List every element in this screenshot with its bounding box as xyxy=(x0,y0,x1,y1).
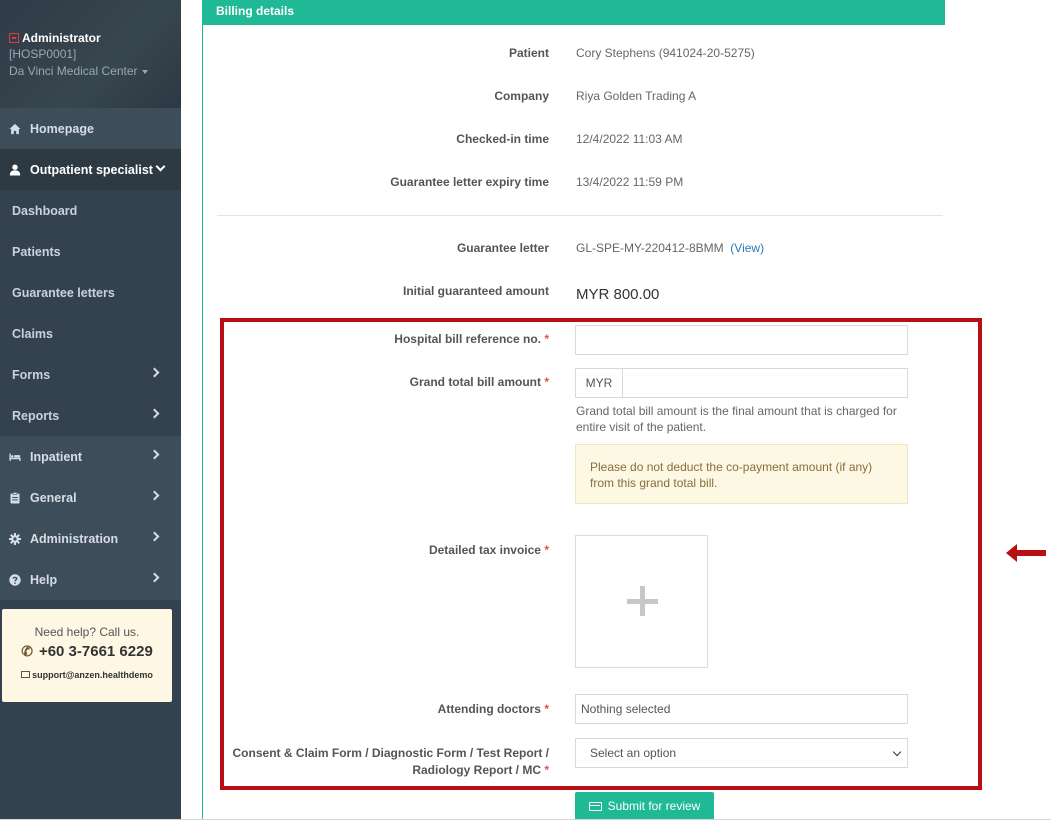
gl-expiry-label: Guarantee letter expiry time xyxy=(390,175,549,189)
sidebar-item-label: Outpatient specialist xyxy=(30,162,153,177)
checkin-value: 12/4/2022 11:03 AM xyxy=(576,132,683,146)
sidebar-item-reports[interactable]: Reports xyxy=(0,395,181,436)
gl-view-link[interactable]: (View) xyxy=(730,241,764,255)
divider xyxy=(217,215,943,216)
initial-amount-label: Initial guaranteed amount xyxy=(402,284,549,298)
patient-label: Patient xyxy=(508,46,549,60)
submit-label: Submit for review xyxy=(607,799,701,813)
gl-number: GL-SPE-MY-220412-8BMM xyxy=(576,241,724,255)
user-code: [HOSP0001] xyxy=(9,47,77,61)
sidebar-item-label: Dashboard xyxy=(12,203,78,218)
sidebar-item-label: Patients xyxy=(12,244,61,259)
sidebar-item-claims[interactable]: Claims xyxy=(0,313,181,354)
sidebar-item-dashboard[interactable]: Dashboard xyxy=(0,190,181,231)
envelope-icon xyxy=(21,671,31,678)
sidebar-item-homepage[interactable]: Homepage xyxy=(0,108,181,149)
question-icon xyxy=(9,573,21,586)
sidebar-item-label: Guarantee letters xyxy=(12,285,115,300)
user-name-label: Administrator xyxy=(22,31,101,45)
center-label: Da Vinci Medical Center xyxy=(9,64,138,78)
sidebar-item-label: Administration xyxy=(30,531,119,546)
sidebar-item-general[interactable]: General xyxy=(0,477,181,518)
sidebar-item-label: Claims xyxy=(12,326,53,341)
sidebar-item-guarantee-letters[interactable]: Guarantee letters xyxy=(0,272,181,313)
arrow-left-icon xyxy=(1006,544,1046,562)
chevron-right-icon xyxy=(149,531,160,542)
chevron-right-icon xyxy=(149,490,160,501)
credit-card-icon xyxy=(588,801,602,811)
sidebar-item-label: General xyxy=(30,490,77,505)
center-selector[interactable]: Da Vinci Medical Center xyxy=(9,64,148,78)
chevron-down-icon xyxy=(155,161,166,172)
help-box: Need help? Call us. ✆ +60 3-7661 6229 sup… xyxy=(2,609,172,702)
caret-down-icon xyxy=(141,69,148,74)
patient-value: Cory Stephens (941024-20-5275) xyxy=(576,46,755,60)
gear-icon xyxy=(9,532,21,545)
help-email[interactable]: support@anzen.healthdemo xyxy=(2,670,172,680)
sidebar-item-label: Reports xyxy=(12,408,60,423)
help-email-address: support@anzen.healthdemo xyxy=(32,670,153,680)
gl-label: Guarantee letter xyxy=(456,241,549,255)
clipboard-icon xyxy=(9,491,21,504)
sidebar-item-forms[interactable]: Forms xyxy=(0,354,181,395)
sidebar-user-header: Administrator [HOSP0001] Da Vinci Medica… xyxy=(0,0,181,108)
page: Administrator [HOSP0001] Da Vinci Medica… xyxy=(0,0,1051,820)
sidebar-item-administration[interactable]: Administration xyxy=(0,518,181,559)
phone-icon: ✆ xyxy=(21,643,33,659)
sidebar-item-label: Help xyxy=(30,572,58,587)
logout-icon[interactable] xyxy=(9,33,19,43)
sidebar-item-outpatient-specialist[interactable]: Outpatient specialist xyxy=(0,149,181,190)
help-phone-number: +60 3-7661 6229 xyxy=(38,643,153,660)
sidebar-item-label: Homepage xyxy=(30,121,94,136)
bed-icon xyxy=(9,451,21,463)
gl-expiry-value: 13/4/2022 11:59 PM xyxy=(576,175,684,189)
user-name[interactable]: Administrator xyxy=(9,31,101,45)
chevron-right-icon xyxy=(149,367,160,378)
user-icon xyxy=(9,164,21,176)
home-icon xyxy=(9,123,21,135)
company-value: Riya Golden Trading A xyxy=(576,89,697,103)
panel-title: Billing details xyxy=(203,0,945,25)
chevron-right-icon xyxy=(149,572,160,583)
sidebar-item-inpatient[interactable]: Inpatient xyxy=(0,436,181,477)
sidebar-item-patients[interactable]: Patients xyxy=(0,231,181,272)
sidebar: Administrator [HOSP0001] Da Vinci Medica… xyxy=(0,0,181,820)
help-phone[interactable]: ✆ +60 3-7661 6229 xyxy=(2,643,172,660)
sidebar-item-label: Inpatient xyxy=(30,449,83,464)
gl-value: GL-SPE-MY-220412-8BMM (View) xyxy=(576,241,764,255)
checkin-label: Checked-in time xyxy=(456,132,549,146)
help-title: Need help? Call us. xyxy=(34,625,140,639)
highlight-box xyxy=(220,318,982,790)
chevron-right-icon xyxy=(149,408,160,419)
sidebar-item-label: Forms xyxy=(12,367,51,382)
sidebar-item-help[interactable]: Help xyxy=(0,559,181,600)
chevron-right-icon xyxy=(149,449,160,460)
company-label: Company xyxy=(494,89,549,103)
submit-button[interactable]: Submit for review xyxy=(575,792,714,820)
initial-amount-value: MYR 800.00 xyxy=(576,286,660,303)
